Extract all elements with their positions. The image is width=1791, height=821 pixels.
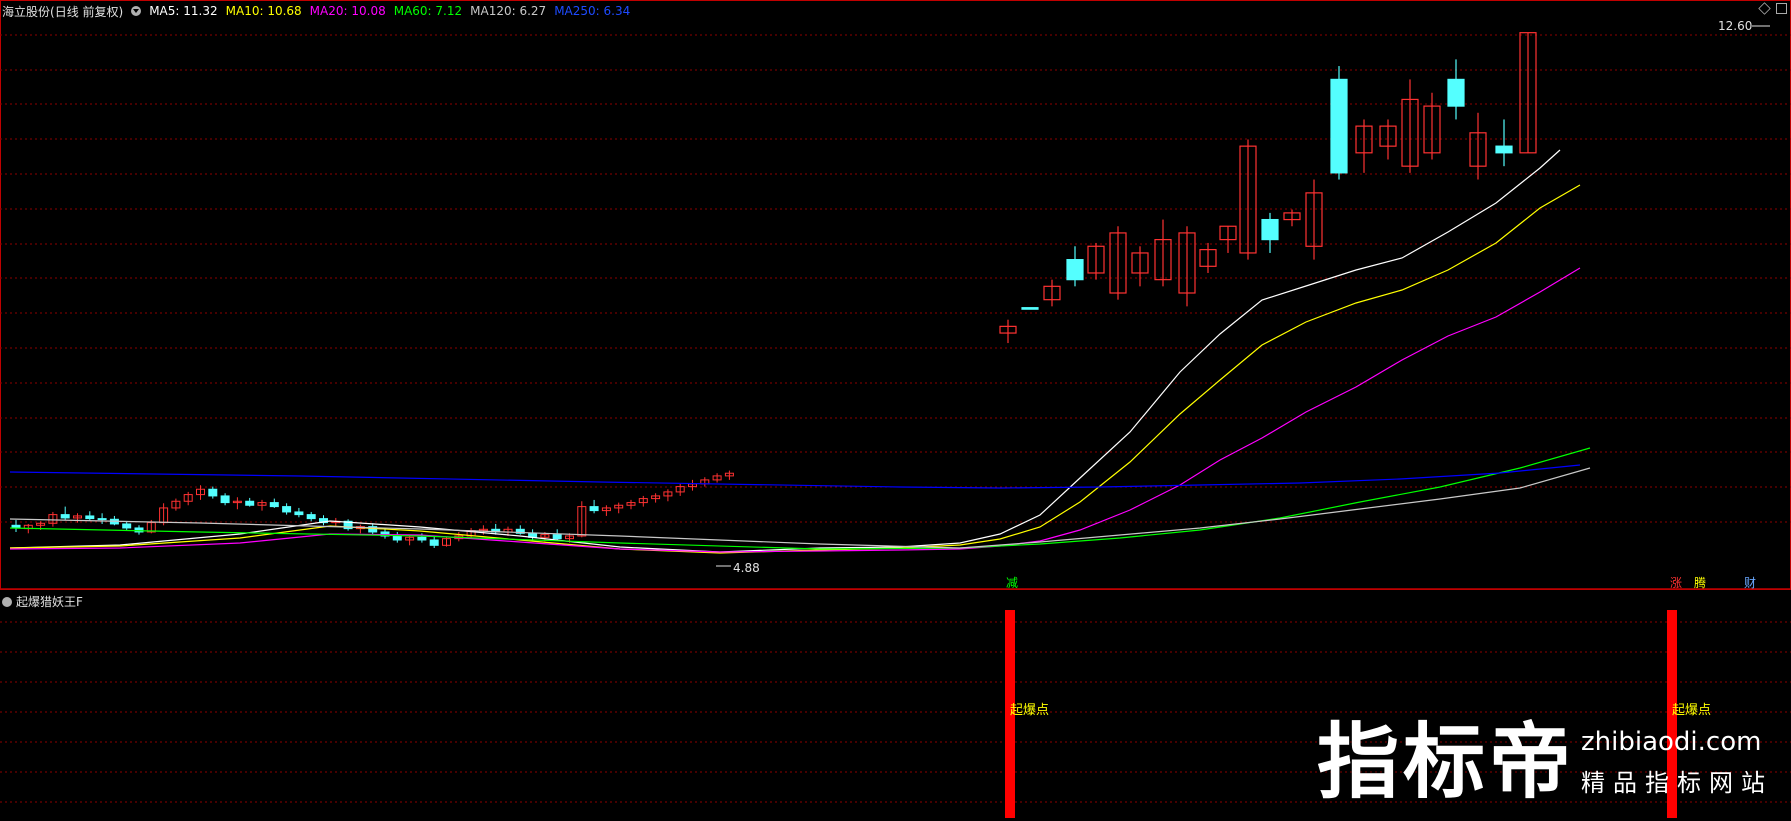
watermark-site: zhibiaodi.com <box>1581 727 1762 757</box>
ma10-label: MA10: 10.68 <box>225 4 302 18</box>
candle-body <box>552 534 562 540</box>
maximize-icon[interactable] <box>1776 3 1787 14</box>
candle-body <box>60 514 70 519</box>
candle-body <box>392 535 402 541</box>
ma5-line <box>9 149 1561 553</box>
candle-body <box>1066 259 1084 281</box>
ma250-label: MA250: 6.34 <box>554 4 631 18</box>
candle-body <box>589 506 599 512</box>
panel-controls <box>1758 2 1787 15</box>
candle-body <box>122 523 132 529</box>
watermark: 指标帝 zhibiaodi.com 精品指标网站 <box>1317 722 1773 804</box>
candle-body <box>1021 307 1039 310</box>
legend-dropdown-icon[interactable] <box>131 6 142 16</box>
candle-body <box>417 536 427 541</box>
mark-3: 腾 <box>1694 575 1706 590</box>
candle-body <box>282 506 292 513</box>
ma-legend: 海立股份(日线 前复权) MA5: 11.32 MA10: 10.68 MA20… <box>2 2 630 20</box>
candle-body <box>245 500 255 506</box>
stock-name: 海立股份 <box>2 4 51 19</box>
candle-body <box>1447 78 1465 107</box>
candle-body <box>429 539 439 546</box>
ma5-label: MA5: 11.32 <box>149 4 218 18</box>
watermark-brand: 指标帝 <box>1316 715 1575 810</box>
ma60-line <box>9 447 1591 550</box>
indicator-title: 起爆猎妖王F <box>16 595 83 609</box>
stock-period: (日线 前复权) <box>50 4 124 19</box>
watermark-slogan: 精品指标网站 <box>1581 769 1773 797</box>
indicator-legend: 起爆猎妖王F <box>2 593 83 610</box>
indicator-dropdown-icon[interactable] <box>2 596 12 607</box>
candle-body <box>97 518 107 521</box>
mark-1: 减 <box>1006 576 1018 590</box>
restore-icon[interactable] <box>1758 2 1771 15</box>
mark-2: 涨 <box>1670 575 1682 590</box>
stock-title: 海立股份(日线 前复权) <box>2 3 123 20</box>
signal-label: 起爆点 <box>1010 703 1049 718</box>
ma20-label: MA20: 10.08 <box>309 4 386 18</box>
ma120-line <box>9 467 1591 549</box>
candle-body <box>269 502 279 508</box>
candle-body <box>1261 218 1279 241</box>
candle-body <box>208 488 218 497</box>
candle-body <box>85 515 95 520</box>
ma60-label: MA60: 7.12 <box>393 4 463 18</box>
mark-4: 财 <box>1744 576 1756 590</box>
low-label: 4.88 <box>733 561 760 575</box>
ma10-line <box>9 184 1581 554</box>
candle-body <box>294 511 304 516</box>
candle-body <box>220 495 230 504</box>
candle-body <box>1495 145 1513 154</box>
signal-label: 起爆点 <box>1672 703 1711 718</box>
ma120-label: MA120: 6.27 <box>470 4 547 18</box>
kline-chart[interactable]: 12.60 4.88 减 涨腾 财 <box>0 0 1791 590</box>
candle-body <box>306 514 316 520</box>
ma250-line <box>9 464 1581 489</box>
ma20-line <box>9 267 1581 553</box>
main-kline-panel[interactable]: 海立股份(日线 前复权) MA5: 11.32 MA10: 10.68 MA20… <box>0 0 1791 590</box>
candle-body <box>1330 78 1348 174</box>
panel-border <box>0 0 1791 590</box>
high-label: 12.60 <box>1718 19 1752 33</box>
